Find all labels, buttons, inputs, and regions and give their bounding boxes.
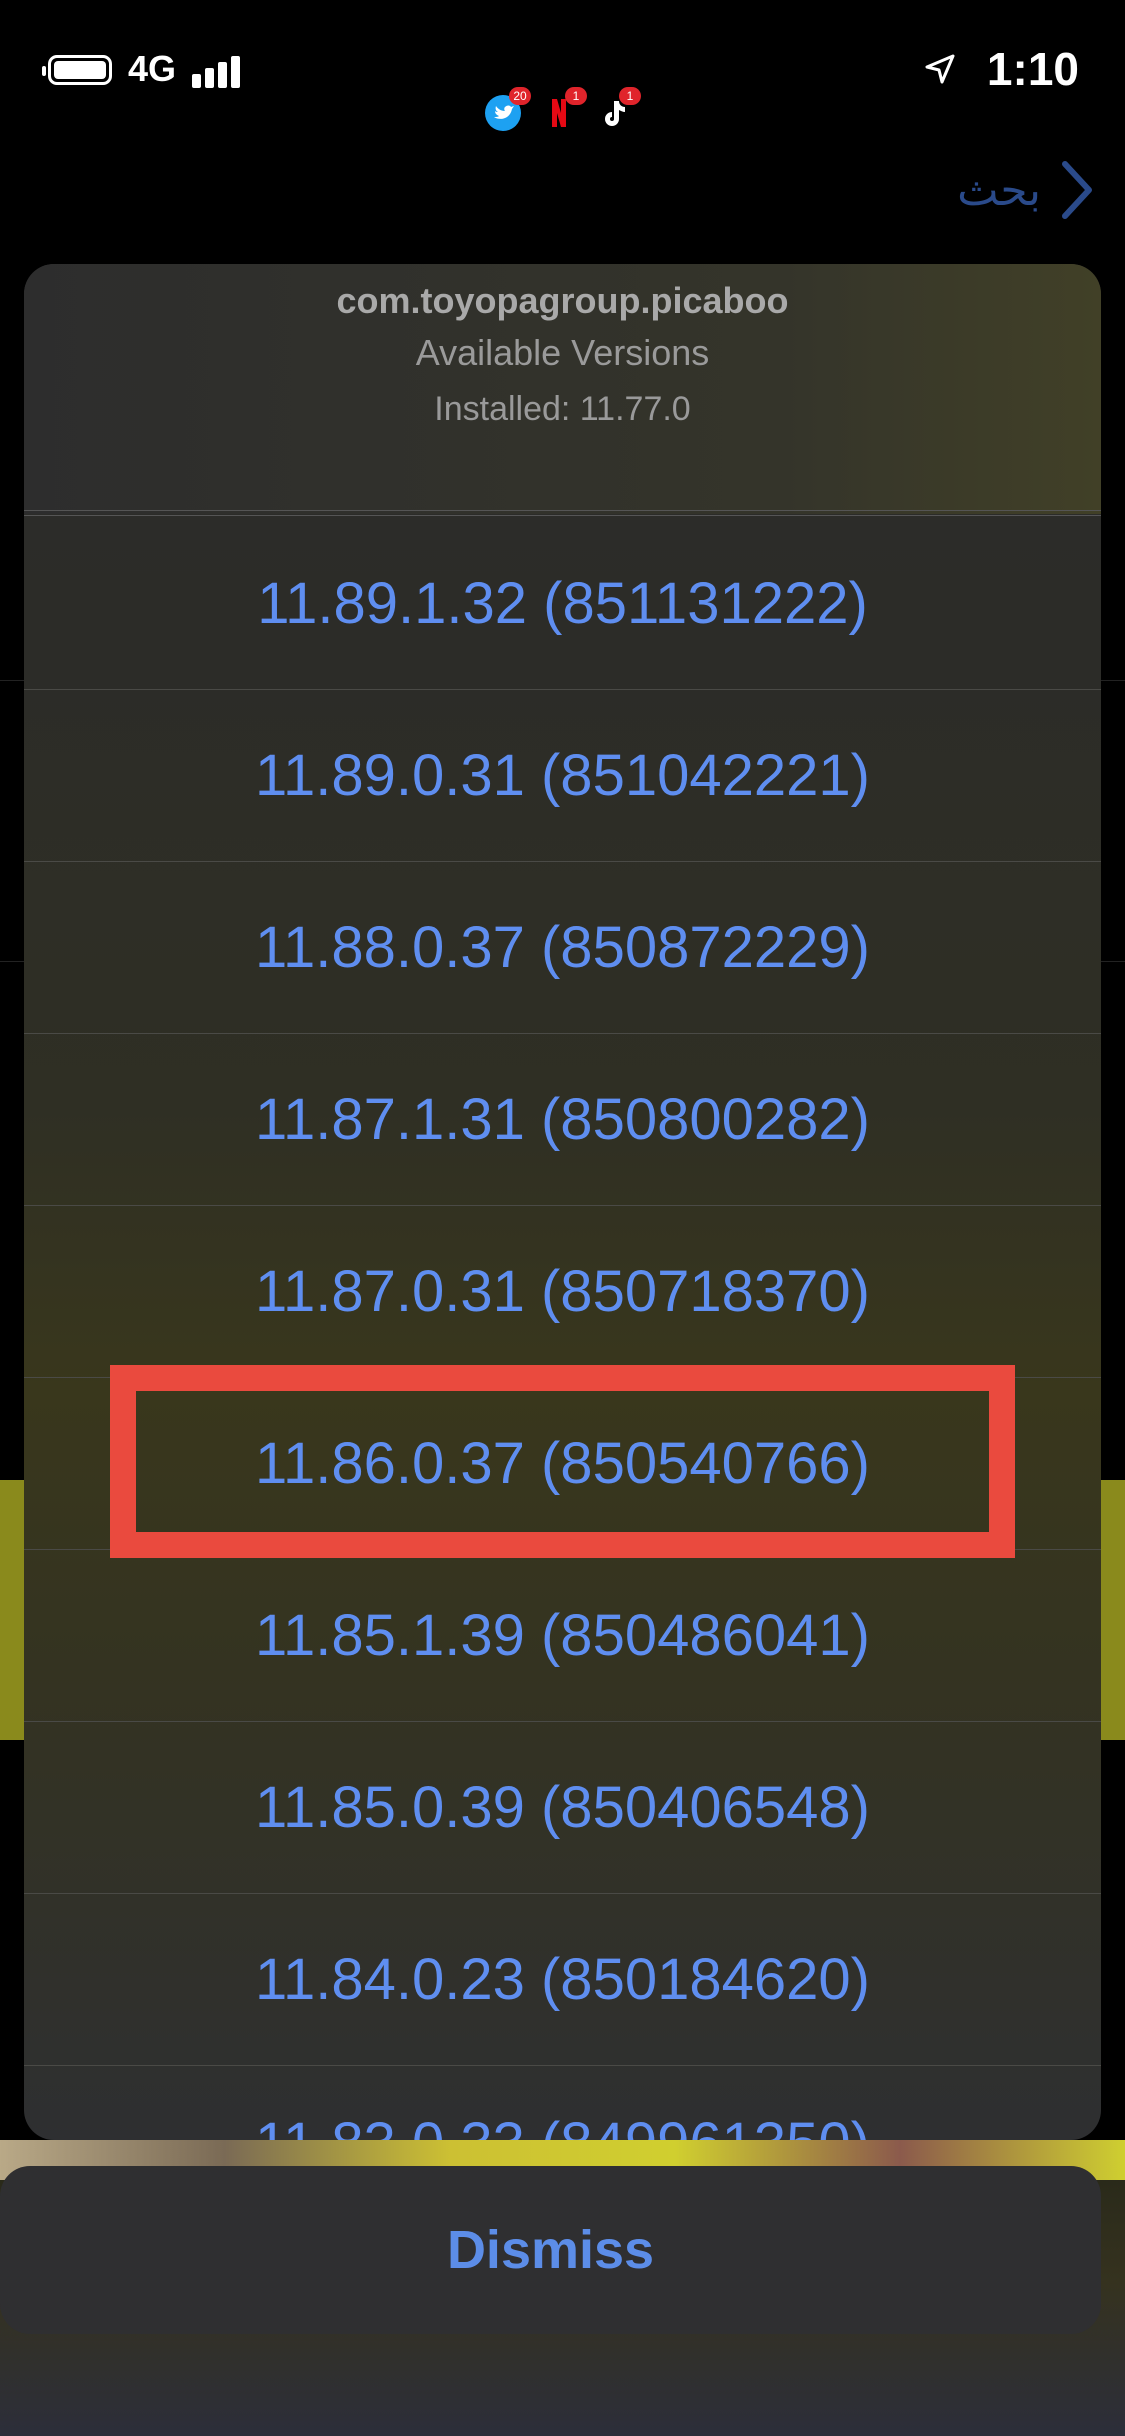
- package-name: com.toyopagroup.picaboo: [336, 280, 789, 321]
- tiktok-icon: 1: [595, 87, 641, 131]
- version-item[interactable]: 11.85.1.39 (850486041): [24, 1550, 1101, 1722]
- version-item[interactable]: 11.89.0.31 (851042221): [24, 690, 1101, 862]
- dismiss-button[interactable]: Dismiss: [0, 2166, 1101, 2334]
- signal-bars-icon: [192, 56, 244, 88]
- netflix-icon: 1: [541, 87, 587, 131]
- back-button: بحث: [957, 160, 1095, 220]
- version-item[interactable]: 11.87.0.31 (850718370): [24, 1206, 1101, 1378]
- notification-icons: 20 1 1: [485, 87, 645, 139]
- sheet-header: com.toyopagroup.picaboo Available Versio…: [24, 264, 1101, 516]
- header-divider: [24, 510, 1101, 516]
- version-item[interactable]: 11.84.0.23 (850184620): [24, 1894, 1101, 2066]
- netflix-badge: 1: [565, 87, 587, 105]
- clock: 1:10: [986, 43, 1079, 95]
- chevron-right-icon: [1062, 161, 1092, 219]
- installed-version: Installed: 11.77.0: [434, 390, 691, 428]
- highlight-box: [110, 1365, 1015, 1558]
- version-list: 11.89.1.32 (851131222) 11.89.0.31 (85104…: [24, 518, 1101, 2140]
- back-label: بحث: [957, 165, 1041, 215]
- twitter-badge: 20: [509, 87, 531, 105]
- version-item[interactable]: 11.87.1.31 (850800282): [24, 1034, 1101, 1206]
- network-type: 4G: [128, 48, 177, 89]
- status-bar: 4G 20 1 1 1:10: [0, 0, 1125, 140]
- version-item[interactable]: 11.85.0.39 (850406548): [24, 1722, 1101, 1894]
- version-item-partial[interactable]: 11.83.0.33 (849961350): [24, 2066, 1101, 2140]
- tiktok-badge: 1: [619, 87, 641, 105]
- versions-sheet: com.toyopagroup.picaboo Available Versio…: [24, 264, 1101, 2140]
- twitter-icon: 20: [485, 87, 531, 131]
- battery-icon: [42, 55, 112, 85]
- version-item[interactable]: 11.89.1.32 (851131222): [24, 518, 1101, 690]
- sheet-subtitle: Available Versions: [415, 332, 710, 373]
- location-arrow-icon: [923, 52, 957, 91]
- version-item[interactable]: 11.88.0.37 (850872229): [24, 862, 1101, 1034]
